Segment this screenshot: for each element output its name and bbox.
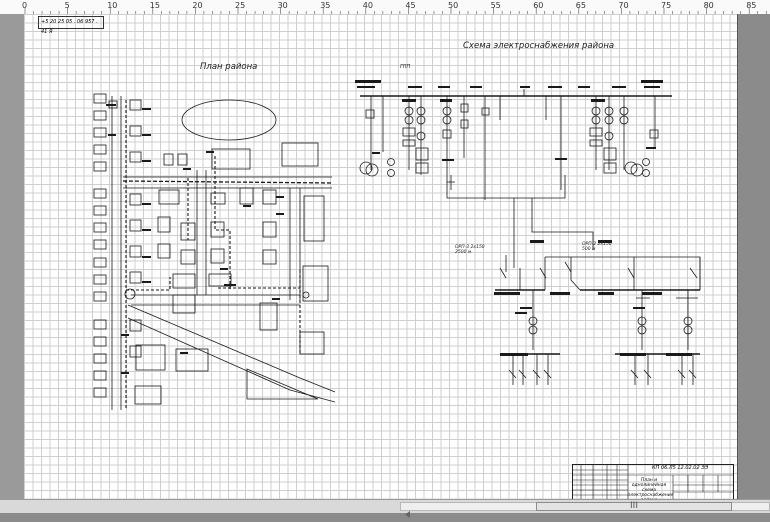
ruler-label: 35 — [320, 1, 330, 10]
ruler-label: 85 — [746, 1, 756, 10]
horizontal-scrollbar-thumb[interactable]: III — [536, 501, 732, 511]
scheme-title: Схема электроснабжения района — [463, 41, 615, 51]
scheme-transformers — [359, 106, 650, 177]
plan-substation — [124, 288, 136, 300]
ruler-label: 75 — [661, 1, 671, 10]
ruler-label: 50 — [448, 1, 458, 10]
plan-cables — [125, 100, 301, 410]
plan-cottage-column — [129, 99, 142, 358]
ruler-label: 30 — [278, 1, 288, 10]
ruler-label: 60 — [533, 1, 543, 10]
ruler-label: 55 — [491, 1, 501, 10]
ruler-label: 0 — [22, 1, 27, 10]
cable-label-left: ОРП-3 2х150 2500 м — [455, 245, 485, 255]
cable-label-top: ГПП — [400, 64, 411, 70]
scheme-equipment-boxes — [365, 103, 659, 174]
plan-substation-2 — [302, 291, 310, 299]
ruler-label: 10 — [107, 1, 117, 10]
plan-pond — [181, 99, 277, 141]
scrollbar-grip-icon: III — [630, 501, 638, 511]
plan-triangle-lot — [246, 368, 319, 400]
drawing-sheet[interactable] — [24, 14, 738, 499]
cable-label-right: ОРП-2 2х150 500 м — [582, 242, 612, 252]
ruler-label: 20 — [192, 1, 202, 10]
bottom-scrollbar-area: III — [0, 499, 770, 518]
ruler-label: 40 — [363, 1, 373, 10]
ruler-ticks: 0 5 10 15 20 25 30 35 40 45 50 55 60 65 70 75 80 85 — [22, 1, 767, 14]
ruler-label: 25 — [235, 1, 245, 10]
power-scheme — [355, 80, 701, 385]
district-plan — [93, 93, 336, 410]
ruler-label: 80 — [704, 1, 714, 10]
title-block-code: КП 06.Л5 12.02.02 ЭЭ — [652, 465, 709, 471]
scroll-left-icon[interactable] — [404, 503, 412, 518]
top-stamp: +5 20 25 05 . 06 957 . 41 Я — [38, 16, 104, 35]
ruler-label: 15 — [150, 1, 160, 10]
drawing-canvas — [93, 80, 701, 410]
plan-house-column — [93, 93, 107, 398]
scheme-lower-substations — [505, 290, 700, 385]
ruler-label: 5 — [65, 1, 70, 10]
ruler-label: 70 — [618, 1, 628, 10]
ruler-label: 45 — [405, 1, 415, 10]
ruler-label: 65 — [576, 1, 586, 10]
horizontal-ruler: 0 5 10 15 20 25 30 35 40 45 50 55 60 65 70 75 80 85 — [0, 0, 770, 15]
left-margin-strip — [0, 14, 26, 499]
plan-title: План района — [200, 62, 258, 72]
